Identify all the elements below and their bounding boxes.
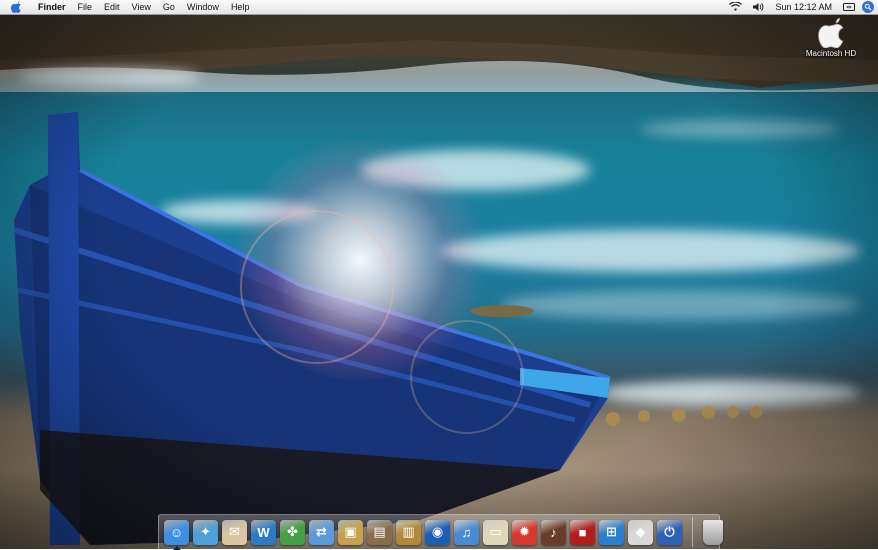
app-green-icon[interactable]: ✤ (280, 519, 305, 545)
menu-edit[interactable]: Edit (98, 0, 126, 14)
menu-view[interactable]: View (126, 0, 157, 14)
mail-icon[interactable]: ✉ (222, 519, 247, 545)
dock-separator (692, 517, 693, 547)
popcorn-icon[interactable]: ✹ (512, 519, 537, 545)
safari-icon[interactable]: ✦ (193, 519, 218, 545)
scanner-icon[interactable]: ▭ (483, 519, 508, 545)
migration-icon[interactable]: ⇄ (309, 519, 334, 545)
notebook-icon[interactable]: ▥ (396, 519, 421, 545)
hard-drive-apple-icon (817, 17, 845, 49)
menu-help[interactable]: Help (225, 0, 256, 14)
spotlight-icon[interactable] (862, 1, 874, 13)
dock: ☺ ✦ ✉ W ✤ ⇄ ▣ ▤ ▥ ◉ ♫ ▭ ✹ ♪ ■ ⊞ ◆ ⏻ (158, 514, 723, 550)
menu-window[interactable]: Window (181, 0, 225, 14)
wifi-icon[interactable] (724, 0, 747, 14)
itunes-wu-icon[interactable]: W (251, 519, 276, 545)
preview-icon[interactable]: ▤ (367, 519, 392, 545)
menu-app-finder[interactable]: Finder (32, 0, 72, 14)
menu-clock[interactable]: Sun 12:12 AM (769, 2, 838, 12)
dvd-player-icon[interactable]: ◉ (425, 519, 450, 545)
windows-icon[interactable]: ⊞ (599, 519, 624, 545)
macintosh-hd-label: Macintosh HD (805, 49, 857, 58)
volume-icon[interactable] (747, 0, 769, 14)
menu-file[interactable]: File (72, 0, 99, 14)
desktop-wallpaper (0, 0, 878, 549)
trash-icon[interactable] (703, 519, 723, 545)
shutdown-icon[interactable]: ⏻ (657, 519, 682, 545)
finder-icon[interactable]: ☺ (164, 519, 189, 550)
guitar-icon[interactable]: ♪ (541, 519, 566, 545)
apple-system-icon[interactable]: ◆ (628, 519, 653, 545)
photo-booth-icon[interactable]: ■ (570, 519, 595, 545)
menu-bar: Finder File Edit View Go Window Help Sun… (0, 0, 878, 15)
apple-menu-icon[interactable] (8, 0, 24, 14)
iphoto-icon[interactable]: ▣ (338, 519, 363, 545)
macintosh-hd-icon[interactable]: Macintosh HD (800, 17, 862, 58)
screen-icon[interactable] (838, 0, 860, 14)
itunes-icon[interactable]: ♫ (454, 519, 479, 545)
menu-go[interactable]: Go (157, 0, 181, 14)
